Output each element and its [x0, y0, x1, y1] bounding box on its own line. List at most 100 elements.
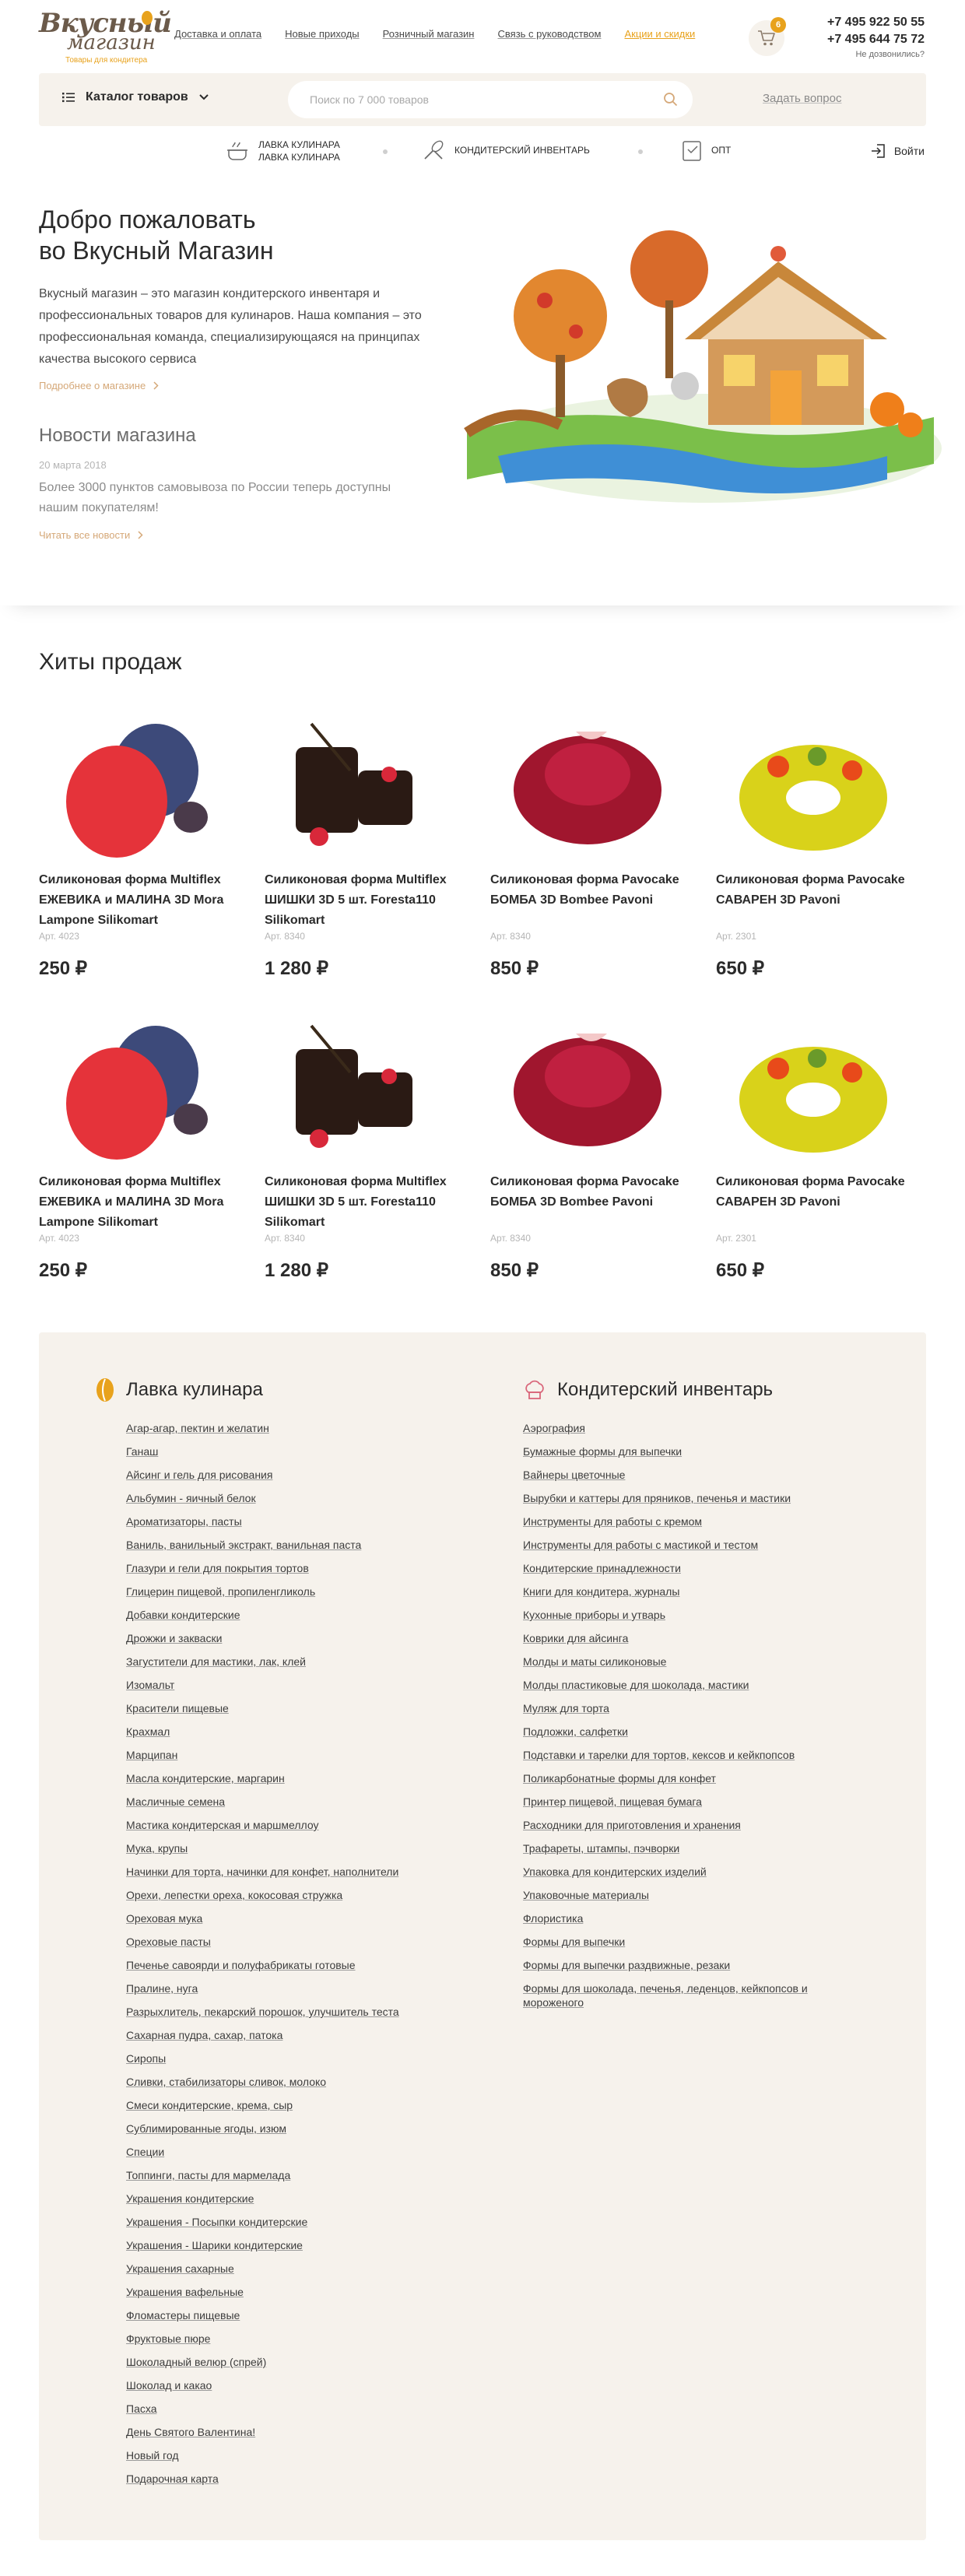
category-pastry-tools[interactable]: Кондитерский инвентарь	[422, 139, 590, 162]
catalog-category-link[interactable]: Формы для шоколада, печенья, леденцов, к…	[523, 1982, 808, 2009]
catalog-category-link[interactable]: Украшения - Шарики кондитерские	[126, 2239, 303, 2251]
catalog-category-link[interactable]: Инструменты для работы с кремом	[523, 1515, 702, 1528]
catalog-category-link[interactable]: Украшения - Посыпки кондитерские	[126, 2216, 307, 2228]
catalog-category-link[interactable]: Украшения вафельные	[126, 2286, 244, 2298]
catalog-category-link[interactable]: Сиропы	[126, 2052, 166, 2065]
product-name[interactable]: Силиконовая форма Multiflex ЕЖЕВИКА и МА…	[39, 870, 249, 931]
catalog-category-link[interactable]: Орехи, лепестки ореха, кокосовая стружка	[126, 1889, 342, 1901]
catalog-category-link[interactable]: Глицерин пищевой, пропиленгликоль	[126, 1585, 315, 1598]
catalog-category-link[interactable]: Ароматизаторы, пасты	[126, 1515, 242, 1528]
catalog-category-link[interactable]: Подложки, салфетки	[523, 1725, 628, 1738]
catalog-category-link[interactable]: Муляж для торта	[523, 1702, 609, 1714]
catalog-category-link[interactable]: Подставки и тарелки для тортов, кексов и…	[523, 1749, 795, 1761]
product-name[interactable]: Силиконовая форма Pavocake БОМБА 3D Bomb…	[490, 870, 700, 911]
catalog-category-link[interactable]: Формы для выпечки раздвижные, резаки	[523, 1959, 730, 1971]
catalog-category-link[interactable]: Молды пластиковые для шоколада, мастики	[523, 1679, 749, 1691]
catalog-category-link[interactable]: Красители пищевые	[126, 1702, 229, 1714]
catalog-category-link[interactable]: Крахмал	[126, 1725, 170, 1738]
catalog-category-link[interactable]: Новый год	[126, 2449, 179, 2462]
catalog-category-link[interactable]: Загустители для мастики, лак, клей	[126, 1655, 306, 1668]
phone-number-2[interactable]: +7 495 644 75 72	[827, 31, 925, 48]
catalog-category-link[interactable]: Аэрография	[523, 1422, 585, 1434]
nav-new-arrivals-link[interactable]: Новые приходы	[285, 28, 359, 40]
product-card[interactable]: Силиконовая форма Pavocake БОМБА 3D Bomb…	[490, 700, 700, 988]
catalog-category-link[interactable]: Инструменты для работы с мастикой и тест…	[523, 1539, 758, 1551]
product-card[interactable]: Силиконовая форма Multiflex ЕЖЕВИКА и МА…	[39, 1002, 249, 1290]
catalog-category-link[interactable]: Принтер пищевой, пищевая бумага	[523, 1795, 702, 1808]
login-button[interactable]: Войти	[871, 143, 925, 159]
catalog-category-link[interactable]: Флористика	[523, 1912, 583, 1925]
catalog-category-link[interactable]: Пралине, нуга	[126, 1982, 198, 1995]
catalog-category-link[interactable]: Шоколад и какао	[126, 2379, 212, 2392]
cart-button[interactable]: 6	[749, 17, 786, 56]
catalog-category-link[interactable]: Пасха	[126, 2402, 156, 2415]
catalog-category-link[interactable]: Изомальт	[126, 1679, 174, 1691]
catalog-category-link[interactable]: Формы для выпечки	[523, 1936, 625, 1948]
catalog-category-link[interactable]: Мука, крупы	[126, 1842, 188, 1855]
product-card[interactable]: Силиконовая форма Pavocake САВАРЕН 3D Pa…	[716, 1002, 926, 1290]
catalog-category-link[interactable]: Сливки, стабилизаторы сливок, молоко	[126, 2076, 326, 2088]
all-news-link[interactable]: Читать все новости	[39, 529, 143, 541]
about-store-link[interactable]: Подробнее о магазине	[39, 380, 159, 391]
catalog-category-link[interactable]: Упаковочные материалы	[523, 1889, 649, 1901]
search-input[interactable]	[310, 81, 652, 118]
catalog-category-link[interactable]: Вырубки и каттеры для пряников, печенья …	[523, 1492, 791, 1504]
catalog-category-link[interactable]: Марципан	[126, 1749, 177, 1761]
product-card[interactable]: Силиконовая форма Multiflex ЕЖЕВИКА и МА…	[39, 700, 249, 988]
catalog-category-link[interactable]: Ваниль, ванильный экстракт, ванильная па…	[126, 1539, 361, 1551]
nav-promotions-link[interactable]: Акции и скидки	[624, 28, 695, 40]
site-logo[interactable]: Вкусный магазин Товары для кондитера	[39, 8, 172, 65]
catalog-category-link[interactable]: Дрожжи и закваски	[126, 1632, 222, 1644]
catalog-category-link[interactable]: Поликарбонатные формы для конфет	[523, 1772, 716, 1785]
category-wholesale[interactable]: Опт	[682, 139, 731, 162]
catalog-category-link[interactable]: Альбумин - яичный белок	[126, 1492, 256, 1504]
catalog-category-link[interactable]: Коврики для айсинга	[523, 1632, 628, 1644]
nav-retail-store-link[interactable]: Розничный магазин	[383, 28, 475, 40]
catalog-category-link[interactable]: Трафареты, штампы, пэчворки	[523, 1842, 679, 1855]
catalog-category-link[interactable]: Украшения сахарные	[126, 2262, 234, 2275]
product-name[interactable]: Силиконовая форма Pavocake БОМБА 3D Bomb…	[490, 1172, 700, 1213]
catalog-category-link[interactable]: Молды и маты силиконовые	[523, 1655, 666, 1668]
catalog-category-link[interactable]: Специи	[126, 2146, 164, 2158]
product-card[interactable]: Силиконовая форма Pavocake БОМБА 3D Bomb…	[490, 1002, 700, 1290]
catalog-category-link[interactable]: Сахарная пудра, сахар, патока	[126, 2029, 282, 2041]
catalog-category-link[interactable]: Ганаш	[126, 1445, 158, 1458]
catalog-category-link[interactable]: Расходники для приготовления и хранения	[523, 1819, 741, 1831]
catalog-category-link[interactable]: Агар-агар, пектин и желатин	[126, 1422, 269, 1434]
catalog-category-link[interactable]: Шоколадный велюр (спрей)	[126, 2356, 266, 2368]
catalog-category-link[interactable]: Айсинг и гель для рисования	[126, 1469, 272, 1481]
catalog-category-link[interactable]: Разрыхлитель, пекарский порошок, улучшит…	[126, 2006, 399, 2018]
product-card[interactable]: Силиконовая форма Multiflex ШИШКИ 3D 5 ш…	[265, 700, 475, 988]
catalog-category-link[interactable]: Кондитерские принадлежности	[523, 1562, 681, 1574]
catalog-category-link[interactable]: Фломастеры пищевые	[126, 2309, 240, 2322]
catalog-category-link[interactable]: Начинки для торта, начинки для конфет, н…	[126, 1865, 398, 1878]
catalog-category-link[interactable]: Глазури и гели для покрытия тортов	[126, 1562, 309, 1574]
catalog-category-link[interactable]: Мастика кондитерская и маршмеллоу	[126, 1819, 318, 1831]
catalog-menu-button[interactable]: Каталог товаров	[62, 90, 209, 104]
search-icon[interactable]	[663, 92, 679, 107]
catalog-category-link[interactable]: Печенье савоярди и полуфабрикаты готовые	[126, 1959, 356, 1971]
catalog-category-link[interactable]: Ореховая мука	[126, 1912, 202, 1925]
catalog-category-link[interactable]: Книги для кондитера, журналы	[523, 1585, 679, 1598]
category-chef-shop[interactable]: Лавка кулинара Лавка кулинара	[226, 139, 340, 163]
catalog-category-link[interactable]: Вайнеры цветочные	[523, 1469, 625, 1481]
catalog-category-link[interactable]: Смеси кондитерские, крема, сыр	[126, 2099, 293, 2111]
catalog-category-link[interactable]: Бумажные формы для выпечки	[523, 1445, 682, 1458]
product-name[interactable]: Силиконовая форма Pavocake САВАРЕН 3D Pa…	[716, 1172, 926, 1213]
catalog-category-link[interactable]: Украшения кондитерские	[126, 2192, 254, 2205]
product-name[interactable]: Силиконовая форма Pavocake САВАРЕН 3D Pa…	[716, 870, 926, 911]
catalog-category-link[interactable]: Добавки кондитерские	[126, 1609, 240, 1621]
product-name[interactable]: Силиконовая форма Multiflex ЕЖЕВИКА и МА…	[39, 1172, 249, 1233]
nav-delivery-link[interactable]: Доставка и оплата	[174, 28, 261, 40]
catalog-category-link[interactable]: Масличные семена	[126, 1795, 225, 1808]
catalog-category-link[interactable]: Подарочная карта	[126, 2472, 219, 2485]
catalog-category-link[interactable]: Кухонные приборы и утварь	[523, 1609, 665, 1621]
catalog-category-link[interactable]: Масла кондитерские, маргарин	[126, 1772, 285, 1785]
phone-number-1[interactable]: +7 495 922 50 55	[827, 14, 925, 31]
catalog-category-link[interactable]: Сублимированные ягоды, изюм	[126, 2122, 286, 2135]
product-card[interactable]: Силиконовая форма Multiflex ШИШКИ 3D 5 ш…	[265, 1002, 475, 1290]
nav-contact-management-link[interactable]: Связь с руководством	[498, 28, 602, 40]
ask-question-link[interactable]: Задать вопрос	[763, 92, 841, 105]
product-card[interactable]: Силиконовая форма Pavocake САВАРЕН 3D Pa…	[716, 700, 926, 988]
catalog-category-link[interactable]: Упаковка для кондитерских изделий	[523, 1865, 707, 1878]
